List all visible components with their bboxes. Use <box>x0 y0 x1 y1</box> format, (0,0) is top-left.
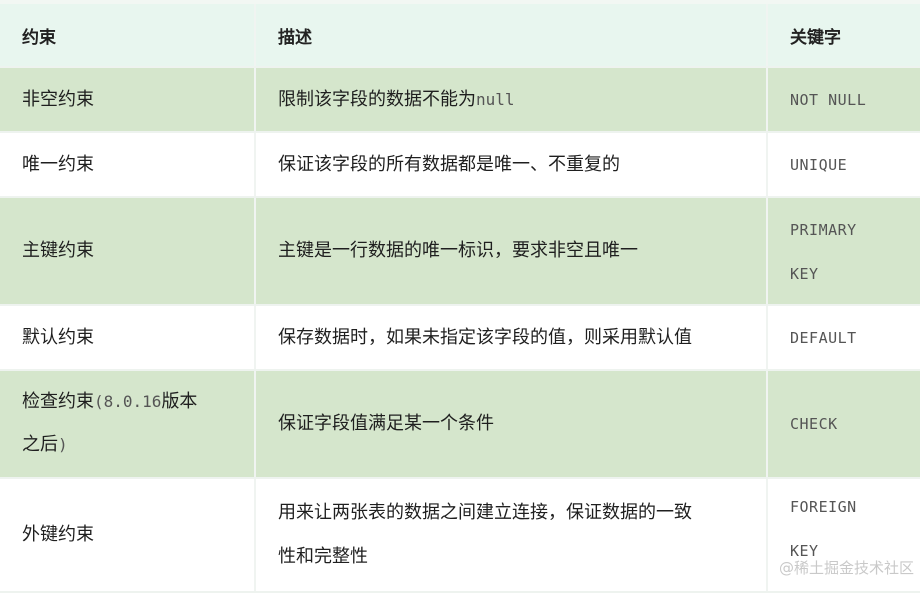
constraint-name: 检查约束(8.0.16版本 之后) <box>0 371 256 477</box>
constraint-keyword: NOT NULL <box>790 90 867 109</box>
constraint-name: 外键约束 <box>0 479 256 591</box>
constraint-description: 主键是一行数据的唯一标识，要求非空且唯一 <box>256 198 768 304</box>
header-description: 描述 <box>256 4 768 66</box>
constraint-description: 保存数据时，如果未指定该字段的值，则采用默认值 <box>256 306 768 369</box>
table-row: 主键约束 主键是一行数据的唯一标识，要求非空且唯一 PRIMARY KEY <box>0 198 920 306</box>
table-row: 唯一约束 保证该字段的所有数据都是唯一、不重复的 UNIQUE <box>0 133 920 198</box>
constraint-description: 用来让两张表的数据之间建立连接，保证数据的一致 性和完整性 <box>256 479 768 591</box>
constraint-name: 默认约束 <box>0 306 256 369</box>
constraint-name: 唯一约束 <box>0 133 256 196</box>
constraint-name: 主键约束 <box>0 198 256 304</box>
watermark: @稀土掘金技术社区 <box>778 559 914 577</box>
constraint-keyword: UNIQUE <box>790 155 848 174</box>
header-keyword: 关键字 <box>790 27 841 48</box>
table-header: 约束 描述 关键字 <box>0 4 920 68</box>
constraint-name: 非空约束 <box>0 68 256 131</box>
constraint-keyword: CHECK <box>790 415 838 433</box>
constraint-keyword: DEFAULT <box>790 328 857 347</box>
table-row: 非空约束 限制该字段的数据不能为 null NOT NULL <box>0 68 920 133</box>
constraints-table: 约束 描述 关键字 非空约束 限制该字段的数据不能为 null NOT NULL … <box>0 4 920 593</box>
constraint-description: 限制该字段的数据不能为 null <box>256 68 768 131</box>
constraint-keyword: PRIMARY KEY <box>790 221 857 283</box>
table-row: 默认约束 保存数据时，如果未指定该字段的值，则采用默认值 DEFAULT <box>0 306 920 371</box>
table-row: 检查约束(8.0.16版本 之后) 保证字段值满足某一个条件 CHECK <box>0 371 920 479</box>
constraint-description: 保证字段值满足某一个条件 <box>256 371 768 477</box>
header-constraint: 约束 <box>0 4 256 66</box>
constraint-description: 保证该字段的所有数据都是唯一、不重复的 <box>256 133 768 196</box>
